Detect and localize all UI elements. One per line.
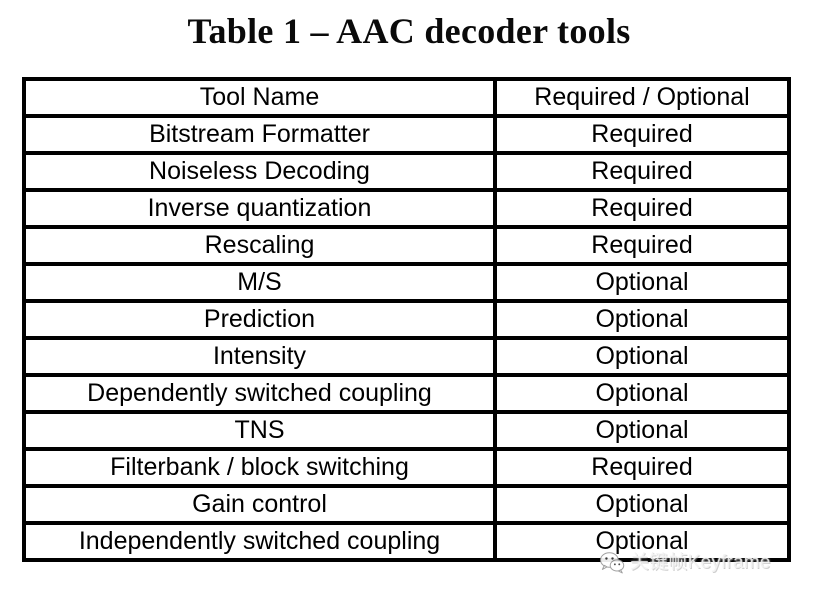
table-row: Noiseless Decoding Required [22,151,791,192]
cell-tool-name: Inverse quantization [22,188,497,229]
cell-tool-name: Intensity [22,336,497,377]
cell-required-optional: Required [493,151,791,192]
cell-tool-name: Dependently switched coupling [22,373,497,414]
cell-tool-name: Gain control [22,484,497,525]
table-row: Dependently switched coupling Optional [22,373,791,414]
table-row: Filterbank / block switching Required [22,447,791,488]
cell-required-optional: Optional [493,410,791,451]
table-row: Bitstream Formatter Required [22,114,791,155]
table-row: Gain control Optional [22,484,791,525]
cell-tool-name: Filterbank / block switching [22,447,497,488]
page-title: Table 1 – AAC decoder tools [187,11,631,51]
column-header-required-optional: Required / Optional [493,77,791,118]
table-row: TNS Optional [22,410,791,451]
table-row: Rescaling Required [22,225,791,266]
cell-required-optional: Required [493,225,791,266]
column-header-tool-name: Tool Name [22,77,497,118]
page-canvas: Table 1 – AAC decoder tools Tool Name Re… [0,0,818,598]
table-row: Prediction Optional [22,299,791,340]
table-body: Bitstream Formatter Required Noiseless Dec… [22,114,791,562]
table-row: Independently switched coupling Optional [22,521,791,562]
cell-required-optional: Required [493,447,791,488]
cell-tool-name: Noiseless Decoding [22,151,497,192]
cell-required-optional: Optional [493,484,791,525]
aac-decoder-tools-table: Tool Name Required / Optional Bitstream … [22,77,791,562]
cell-tool-name: TNS [22,410,497,451]
cell-tool-name: Independently switched coupling [22,521,497,562]
table-row: M/S Optional [22,262,791,303]
cell-tool-name: Prediction [22,299,497,340]
cell-required-optional: Optional [493,373,791,414]
cell-required-optional: Optional [493,262,791,303]
cell-tool-name: M/S [22,262,497,303]
table-header-row: Tool Name Required / Optional [22,77,791,118]
cell-required-optional: Required [493,188,791,229]
cell-required-optional: Required [493,114,791,155]
cell-tool-name: Bitstream Formatter [22,114,497,155]
cell-tool-name: Rescaling [22,225,497,266]
cell-required-optional: Optional [493,299,791,340]
cell-required-optional: Optional [493,336,791,377]
table-header: Tool Name Required / Optional [22,77,791,118]
table-row: Inverse quantization Required [22,188,791,229]
table-row: Intensity Optional [22,336,791,377]
cell-required-optional: Optional [493,521,791,562]
